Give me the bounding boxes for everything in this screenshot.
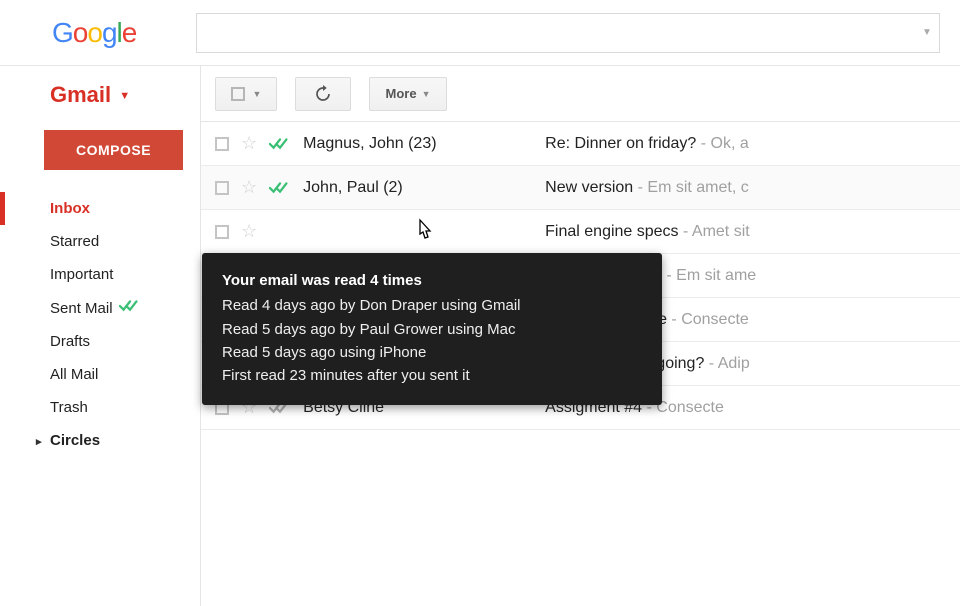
folder-nav: Inbox Starred Important Sent Mail Drafts… — [0, 192, 200, 457]
subject: Re: Dinner on friday? - Ok, a — [545, 135, 749, 153]
google-logo[interactable]: Google — [52, 17, 136, 49]
nav-starred[interactable]: Starred — [0, 225, 200, 258]
nav-allmail[interactable]: All Mail — [0, 358, 200, 391]
search-input[interactable] — [197, 24, 915, 42]
nav-circles[interactable]: Circles — [0, 424, 200, 457]
star-icon[interactable]: ☆ — [241, 177, 257, 198]
snippet: - Em sit ame — [662, 267, 756, 284]
select-all-button[interactable]: ▼ — [215, 77, 277, 111]
tooltip-line: Read 5 days ago using iPhone — [222, 341, 642, 364]
email-row[interactable]: ☆ John, Paul (2) New version - Em sit amet… — [201, 166, 960, 210]
sender: Magnus, John (23) — [303, 135, 533, 153]
star-icon[interactable]: ☆ — [241, 133, 257, 154]
read-tracking-tooltip: Your email was read 4 times Read 4 days … — [202, 253, 662, 405]
caret-down-icon: ▼ — [253, 89, 262, 99]
caret-down-icon: ▼ — [422, 89, 431, 99]
more-button[interactable]: More▼ — [369, 77, 447, 111]
double-check-icon — [269, 137, 291, 151]
refresh-icon — [314, 85, 332, 103]
row-checkbox[interactable] — [215, 137, 229, 151]
row-checkbox[interactable] — [215, 181, 229, 195]
snippet: - Ok, a — [696, 135, 748, 152]
row-checkbox[interactable] — [215, 225, 229, 239]
subject: Final engine specs - Amet sit — [545, 223, 750, 241]
tooltip-line: First read 23 minutes after you sent it — [222, 364, 642, 387]
toolbar: ▼ More▼ — [201, 66, 960, 122]
sender: John, Paul (2) — [303, 179, 533, 197]
snippet: - Adip — [704, 355, 749, 372]
tooltip-title: Your email was read 4 times — [222, 269, 642, 292]
star-icon[interactable]: ☆ — [241, 221, 257, 242]
nav-drafts[interactable]: Drafts — [0, 325, 200, 358]
tooltip-line: Read 4 days ago by Don Draper using Gmai… — [222, 294, 642, 317]
compose-button[interactable]: COMPOSE — [44, 130, 183, 170]
search-dropdown-icon[interactable]: ▼ — [915, 27, 939, 38]
nav-trash[interactable]: Trash — [0, 391, 200, 424]
snippet: - Consecte — [667, 311, 749, 328]
refresh-button[interactable] — [295, 77, 351, 111]
tooltip-line: Read 5 days ago by Paul Grower using Mac — [222, 318, 642, 341]
nav-sentmail[interactable]: Sent Mail — [0, 291, 200, 325]
snippet: - Em sit amet, c — [633, 179, 749, 196]
checkbox-icon — [231, 87, 245, 101]
nav-inbox[interactable]: Inbox — [0, 192, 200, 225]
email-row[interactable]: ☆ Magnus, John (23) Re: Dinner on friday? … — [201, 122, 960, 166]
snippet: - Amet sit — [679, 223, 750, 240]
subject: New version - Em sit amet, c — [545, 179, 749, 197]
caret-down-icon: ▼ — [119, 90, 130, 102]
search-box[interactable]: ▼ — [196, 13, 940, 53]
email-row[interactable]: ☆ Final engine specs - Amet sit — [201, 210, 960, 254]
nav-important[interactable]: Important — [0, 258, 200, 291]
double-check-icon — [269, 181, 291, 195]
gmail-menu[interactable]: Gmail ▼ — [0, 82, 200, 108]
double-check-icon — [119, 299, 141, 313]
